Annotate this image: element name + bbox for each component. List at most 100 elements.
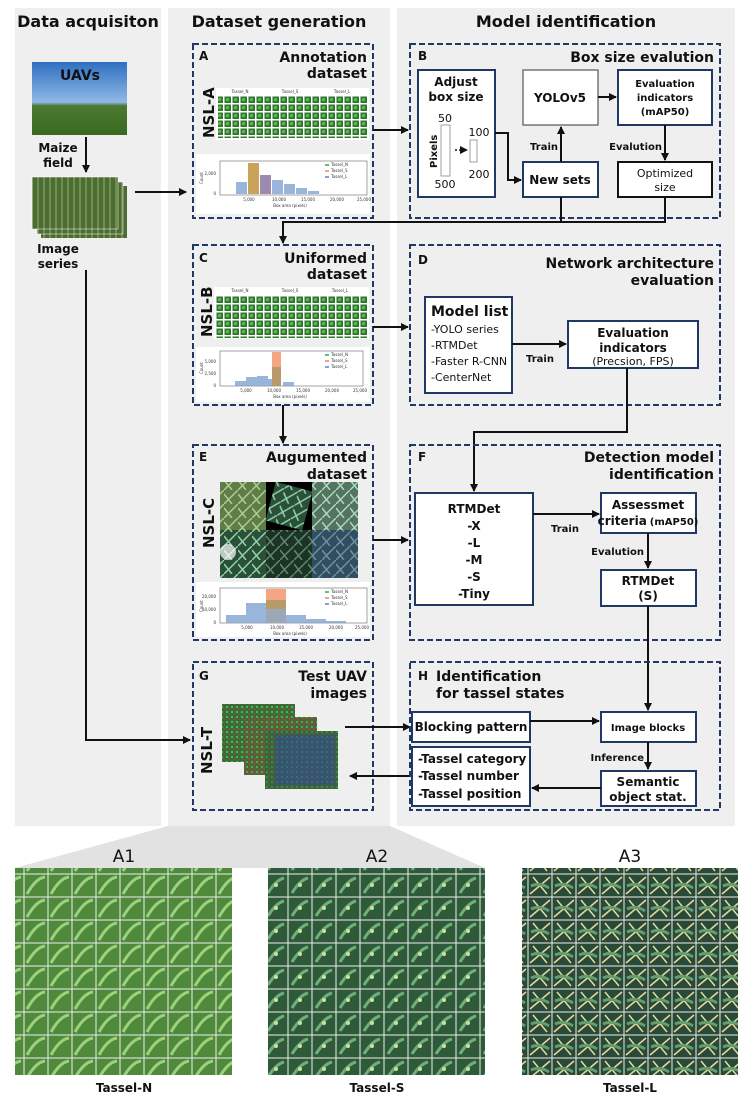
svg-text:Box area (pixels): Box area (pixels) — [273, 631, 307, 636]
svg-text:5,000: 5,000 — [240, 388, 252, 393]
svg-text:Tassel_L: Tassel_L — [331, 288, 349, 293]
field-label: field — [43, 156, 73, 170]
svg-text:Tassel_N: Tassel_N — [330, 352, 348, 357]
panel-title: identification — [609, 467, 714, 483]
sample-a1: A1 Tassel-N — [15, 847, 232, 1095]
svg-text:-RTMDet: -RTMDet — [431, 339, 478, 352]
svg-text:10,000: 10,000 — [270, 625, 284, 630]
svg-text:50: 50 — [438, 112, 452, 125]
panel-letter: C — [199, 251, 208, 265]
panel-letter: B — [418, 49, 427, 63]
panel-title: Uniformed — [284, 251, 367, 267]
svg-text:500: 500 — [435, 178, 456, 191]
image-label: Image — [37, 242, 79, 256]
sample-id: A1 — [113, 847, 135, 867]
svg-text:Model list: Model list — [431, 304, 509, 320]
panel-title: Augumented — [266, 450, 367, 466]
tassel-n-image-grid — [15, 868, 232, 1075]
svg-text:Inference: Inference — [590, 753, 644, 764]
nsl-a-label: NSL-A — [200, 87, 218, 138]
svg-text:Box area (pixels): Box area (pixels) — [273, 203, 307, 208]
sample-id: A3 — [619, 847, 641, 867]
svg-text:indicators: indicators — [637, 93, 693, 104]
panel-title: images — [310, 686, 367, 702]
panel-title: dataset — [307, 66, 367, 82]
svg-text:Adjust: Adjust — [434, 75, 478, 89]
svg-text:-S: -S — [467, 570, 481, 584]
tassel-s-image-grid — [268, 868, 485, 1075]
svg-text:indicators: indicators — [599, 341, 667, 355]
column-header-identification: Model identification — [476, 12, 656, 31]
nsl-b-label: NSL-B — [198, 286, 216, 337]
sample-id: A2 — [366, 847, 388, 867]
svg-text:Count: Count — [199, 600, 204, 612]
svg-text:-YOLO series: -YOLO series — [431, 323, 499, 336]
sample-thumbnails — [216, 295, 368, 338]
svg-text:size: size — [654, 181, 676, 194]
svg-text:Tassel_N: Tassel_N — [330, 162, 348, 167]
workflow-diagram: Data acquisiton Dataset generation Model… — [15, 8, 738, 1095]
panel-title: Test UAV — [298, 669, 367, 685]
svg-text:Count: Count — [199, 172, 204, 184]
svg-text:Box area (pixels): Box area (pixels) — [273, 394, 307, 399]
svg-text:Semantic: Semantic — [617, 775, 680, 789]
panel-title: Detection model — [584, 450, 714, 466]
svg-text:10,000: 10,000 — [272, 197, 286, 202]
svg-text:-X: -X — [467, 519, 481, 533]
svg-text:10,000: 10,000 — [202, 607, 216, 612]
panel-title: evaluation — [631, 273, 714, 289]
image-series-stack — [31, 176, 127, 238]
svg-text:Train: Train — [551, 524, 579, 535]
svg-text:Tassel_L: Tassel_L — [330, 174, 348, 179]
panel-letter: A — [199, 49, 209, 63]
svg-text:20,000: 20,000 — [325, 388, 339, 393]
svg-text:15,000: 15,000 — [301, 197, 315, 202]
svg-text:100: 100 — [469, 126, 490, 139]
svg-text:Tassel_S: Tassel_S — [330, 358, 348, 363]
panel-letter: D — [418, 253, 428, 267]
svg-text:Tassel_S: Tassel_S — [330, 168, 348, 173]
column-header-generation: Dataset generation — [192, 12, 367, 31]
panel-letter: G — [199, 669, 209, 683]
svg-text:Evalution: Evalution — [609, 142, 662, 153]
svg-text:-Tassel number: -Tassel number — [418, 769, 519, 783]
svg-text:Blocking pattern: Blocking pattern — [415, 720, 528, 734]
sample-a3: A3 Tassel-L — [522, 847, 738, 1095]
svg-text:Tassel_S: Tassel_S — [281, 288, 299, 293]
svg-text:Tassel_N: Tassel_N — [330, 589, 348, 594]
svg-text:Evaluation: Evaluation — [597, 326, 669, 340]
svg-text:15,000: 15,000 — [296, 388, 310, 393]
svg-text:Tassel_S: Tassel_S — [281, 89, 299, 94]
svg-text:200: 200 — [469, 168, 490, 181]
svg-text:(S): (S) — [638, 589, 658, 603]
panel-letter: F — [418, 450, 426, 464]
svg-text:-CenterNet: -CenterNet — [431, 371, 492, 384]
svg-text:Tassel_S: Tassel_S — [330, 595, 348, 600]
svg-text:Train: Train — [530, 142, 558, 153]
svg-text:box size: box size — [428, 90, 483, 104]
sample-label: Tassel-N — [96, 1081, 152, 1095]
uav-label: UAVs — [60, 68, 100, 84]
svg-text:25,000: 25,000 — [353, 388, 367, 393]
svg-text:-Tassel position: -Tassel position — [418, 787, 521, 801]
svg-text:-L: -L — [468, 536, 481, 550]
svg-text:5,000: 5,000 — [243, 197, 255, 202]
tassel-l-image-grid — [522, 868, 738, 1075]
svg-text:15,000: 15,000 — [299, 625, 313, 630]
svg-text:(Precsion, FPS): (Precsion, FPS) — [592, 355, 674, 368]
svg-text:5,000: 5,000 — [241, 625, 253, 630]
panel-title: Network architecture — [545, 256, 714, 272]
svg-text:20,000: 20,000 — [330, 197, 344, 202]
svg-text:20,000: 20,000 — [202, 594, 216, 599]
panel-letter: E — [199, 450, 207, 464]
svg-text:10,000: 10,000 — [267, 388, 281, 393]
svg-text:20,000: 20,000 — [329, 625, 343, 630]
svg-text:Tassel_L: Tassel_L — [330, 601, 348, 606]
svg-text:Train: Train — [526, 354, 554, 365]
svg-text:(mAP50): (mAP50) — [641, 107, 690, 118]
sample-label: Tassel-S — [350, 1081, 405, 1095]
svg-text:Count: Count — [199, 362, 204, 374]
svg-text:Image blocks: Image blocks — [611, 723, 685, 734]
panel-title: Box size evalution — [570, 50, 714, 66]
panel-title: Annotation — [279, 50, 367, 66]
